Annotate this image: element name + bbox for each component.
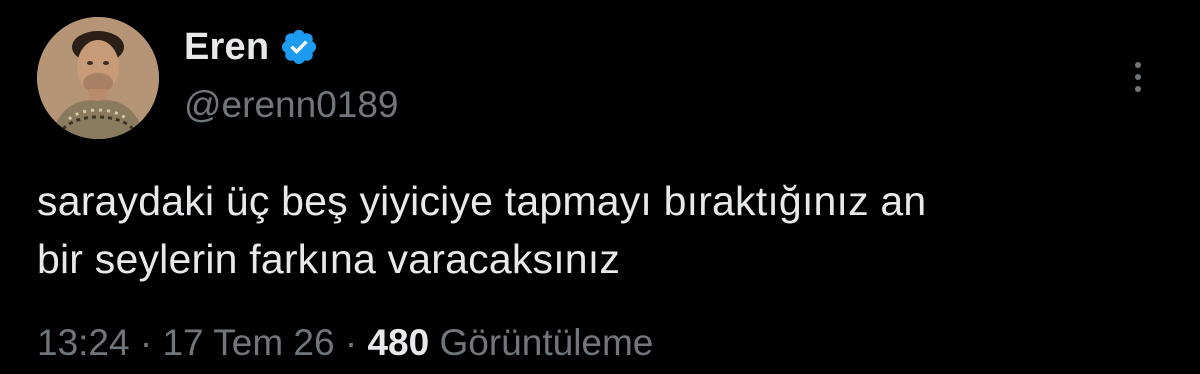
tweet-date[interactable]: 17 Tem 26	[162, 322, 334, 363]
separator: ·	[344, 322, 358, 363]
tweet-meta: 13:24 · 17 Tem 26 · 480 Görüntüleme	[37, 322, 653, 364]
avatar[interactable]	[37, 17, 159, 139]
display-name[interactable]: Eren	[184, 26, 269, 69]
author-handle[interactable]: @erenn0189	[184, 84, 399, 126]
author-name-row[interactable]: Eren	[184, 24, 319, 70]
tweet-text-line: saraydaki üç beş yiyiciye tapmayı bırakt…	[37, 178, 927, 224]
tweet-text-line: bir seylerin farkına varacaksınız	[37, 236, 621, 282]
verified-badge-icon	[279, 27, 319, 67]
avatar-photo	[37, 17, 159, 139]
tweet-card: Eren @erenn0189 saraydaki üç beş yiyiciy…	[0, 0, 1200, 374]
views-label: Görüntüleme	[439, 322, 654, 363]
more-vertical-icon[interactable]	[1118, 52, 1158, 102]
tweet-time[interactable]: 13:24	[37, 322, 130, 363]
dot	[1135, 74, 1141, 80]
separator: ·	[139, 322, 153, 363]
views-count: 480	[367, 322, 430, 363]
dot	[1135, 86, 1141, 92]
tweet-text: saraydaki üç beş yiyiciye tapmayı bırakt…	[37, 172, 1177, 288]
dot	[1135, 62, 1141, 68]
